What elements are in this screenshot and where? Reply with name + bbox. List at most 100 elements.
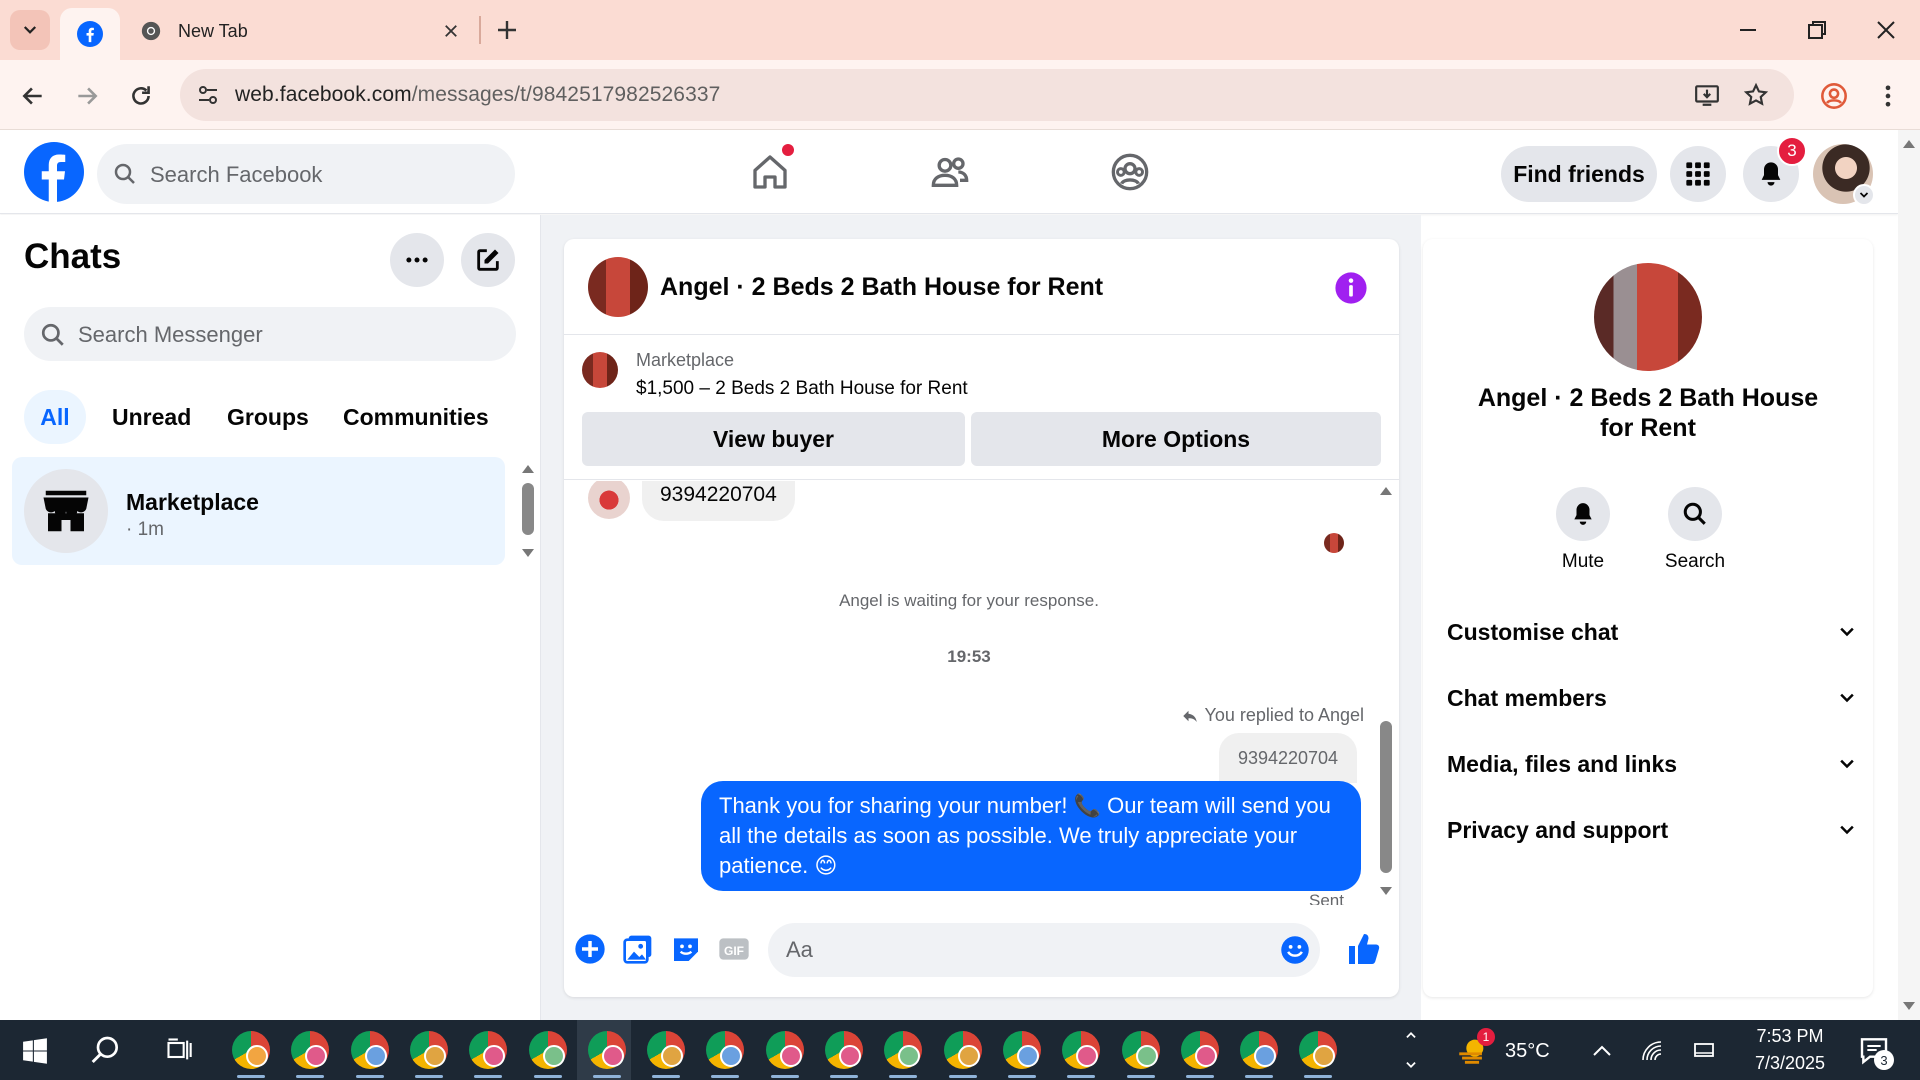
scroll-down-icon[interactable] xyxy=(1903,1002,1915,1012)
close-window-icon[interactable] xyxy=(1874,18,1898,42)
scroll-up-icon[interactable] xyxy=(1903,138,1915,148)
new-tab-icon[interactable] xyxy=(495,18,519,42)
taskbar-chrome-app-icon[interactable] xyxy=(825,1031,863,1078)
taskbar-chrome-app-icon[interactable] xyxy=(1121,1031,1160,1078)
gif-icon[interactable]: GIF xyxy=(718,933,750,965)
conversation-avatar[interactable] xyxy=(588,257,648,317)
taskbar-chrome-app-icon[interactable] xyxy=(1299,1031,1338,1078)
tray-chevron-up-icon[interactable] xyxy=(1590,1039,1614,1063)
taskbar-chrome-app-icon[interactable] xyxy=(232,1031,270,1078)
scroll-up-icon[interactable] xyxy=(1380,485,1392,495)
taskbar-chrome-app-icon[interactable] xyxy=(1240,1031,1279,1078)
install-app-icon[interactable] xyxy=(1694,82,1720,108)
taskbar-chrome-app-icon[interactable] xyxy=(469,1031,508,1078)
chat-list-scrollbar[interactable] xyxy=(518,463,538,563)
nav-groups[interactable] xyxy=(1060,142,1200,202)
task-view-icon[interactable] xyxy=(165,1036,193,1064)
listing-thumbnail[interactable] xyxy=(582,352,618,388)
weather-widget[interactable]: 1 35°C xyxy=(1455,1026,1585,1074)
reload-icon[interactable] xyxy=(128,83,154,109)
page-scrollbar[interactable] xyxy=(1898,130,1920,1020)
new-message-button[interactable] xyxy=(461,233,515,287)
taskbar-chrome-app-icon[interactable] xyxy=(1002,1031,1041,1078)
taskbar-chrome-app-icon[interactable] xyxy=(528,1031,567,1078)
view-buyer-button[interactable]: View buyer xyxy=(582,412,965,466)
wifi-icon[interactable] xyxy=(1640,1039,1664,1063)
scroll-down-icon[interactable] xyxy=(522,549,534,559)
taskbar-chrome-app-icon[interactable] xyxy=(884,1031,923,1078)
incoming-message-bubble[interactable]: 9394220704 xyxy=(642,481,795,521)
nav-friends[interactable] xyxy=(880,142,1020,202)
find-friends-button[interactable]: Find friends xyxy=(1501,146,1657,202)
taskbar-chrome-app-icon[interactable] xyxy=(647,1031,686,1078)
add-plus-icon[interactable] xyxy=(574,933,606,965)
filter-unread[interactable]: Unread xyxy=(100,390,203,444)
menu-button[interactable] xyxy=(1670,146,1726,202)
nav-home[interactable] xyxy=(700,142,840,202)
scroll-up-icon[interactable] xyxy=(522,463,534,473)
taskbar-chrome-app-icon[interactable] xyxy=(765,1031,804,1078)
outgoing-message-bubble[interactable]: Thank you for sharing your number! 📞 Our… xyxy=(701,781,1361,891)
conversation-title[interactable]: Angel · 2 Beds 2 Bath House for Rent xyxy=(660,273,1103,302)
search-in-conversation-button[interactable]: Search xyxy=(1655,487,1735,573)
close-tab-icon[interactable] xyxy=(442,22,460,40)
listing-title[interactable]: $1,500 – 2 Beds 2 Bath House for Rent xyxy=(636,378,968,400)
quoted-message[interactable]: 9394220704 xyxy=(1219,733,1357,783)
tab-facebook[interactable] xyxy=(60,8,120,60)
url-text[interactable]: web.facebook.com/messages/t/984251798252… xyxy=(235,83,720,107)
tab-search-button[interactable] xyxy=(10,10,50,50)
display-icon[interactable] xyxy=(1692,1039,1716,1063)
details-avatar[interactable] xyxy=(1594,263,1702,371)
windows-start-icon[interactable] xyxy=(22,1038,48,1064)
filter-groups[interactable]: Groups xyxy=(215,390,321,444)
restore-icon[interactable] xyxy=(1805,18,1829,42)
taskbar-chrome-app-icon[interactable] xyxy=(1180,1031,1219,1078)
facebook-search-input[interactable]: Search Facebook xyxy=(97,144,515,204)
taskbar-search-icon[interactable] xyxy=(90,1034,122,1066)
scroll-down-icon[interactable] xyxy=(1380,887,1392,897)
profile-icon[interactable] xyxy=(1820,82,1848,110)
info-icon[interactable] xyxy=(1334,271,1368,305)
taskbar-chrome-app-icon[interactable] xyxy=(409,1031,448,1078)
emoji-icon[interactable] xyxy=(1280,935,1310,965)
taskbar-overflow[interactable] xyxy=(1400,1024,1422,1076)
taskbar-chrome-app-icon[interactable] xyxy=(1062,1031,1101,1078)
scroll-thumb[interactable] xyxy=(1380,721,1392,873)
filter-communities[interactable]: Communities xyxy=(331,390,501,444)
address-bar[interactable]: web.facebook.com/messages/t/984251798252… xyxy=(180,69,1794,121)
tab-new-tab[interactable]: New Tab xyxy=(140,14,470,48)
taskbar-chrome-app-icon[interactable] xyxy=(350,1031,389,1078)
message-input[interactable]: Aa xyxy=(768,923,1320,977)
action-center-button[interactable]: 3 xyxy=(1858,1034,1898,1074)
account-avatar[interactable] xyxy=(1813,144,1875,206)
facebook-logo-icon[interactable] xyxy=(24,142,84,202)
mute-button[interactable]: Mute xyxy=(1553,487,1613,573)
photo-icon[interactable] xyxy=(622,933,654,965)
chat-list-item[interactable]: Marketplace · 1m xyxy=(12,457,505,565)
back-icon[interactable] xyxy=(20,83,46,109)
sticker-icon[interactable] xyxy=(670,933,702,965)
notifications-button[interactable]: 3 xyxy=(1743,136,1807,202)
thumbs-up-icon[interactable] xyxy=(1346,931,1382,967)
taskbar-chrome-app-icon[interactable] xyxy=(587,1031,626,1078)
clock[interactable]: 7:53 PM 7/3/2025 xyxy=(1735,1024,1845,1076)
site-info-icon[interactable] xyxy=(196,83,220,107)
taskbar-chrome-app-icon[interactable] xyxy=(943,1031,982,1078)
message-scrollbar[interactable] xyxy=(1376,485,1396,897)
chat-members-section[interactable]: Chat members xyxy=(1447,678,1857,718)
bookmark-star-icon[interactable] xyxy=(1743,82,1769,108)
minimize-icon[interactable] xyxy=(1736,18,1760,42)
chat-options-button[interactable] xyxy=(390,233,444,287)
customise-chat-section[interactable]: Customise chat xyxy=(1447,612,1857,652)
sender-avatar[interactable] xyxy=(588,481,630,519)
forward-icon[interactable] xyxy=(74,83,100,109)
privacy-support-section[interactable]: Privacy and support xyxy=(1447,810,1857,850)
media-files-links-section[interactable]: Media, files and links xyxy=(1447,744,1857,784)
browser-menu-icon[interactable] xyxy=(1874,82,1902,110)
more-options-button[interactable]: More Options xyxy=(971,412,1381,466)
messenger-search-input[interactable]: Search Messenger xyxy=(24,307,516,361)
filter-all[interactable]: All xyxy=(24,390,86,444)
scroll-thumb[interactable] xyxy=(522,483,534,535)
taskbar-chrome-app-icon[interactable] xyxy=(291,1031,330,1078)
taskbar-chrome-app-icon[interactable] xyxy=(706,1031,745,1078)
